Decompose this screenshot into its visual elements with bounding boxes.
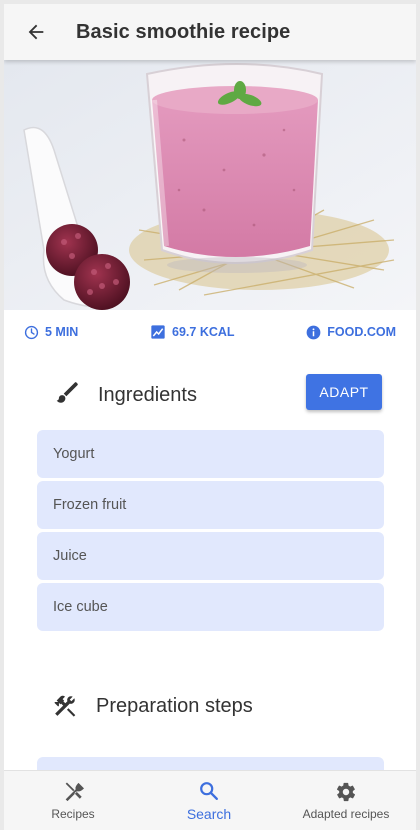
recipe-content: Ingredients ADAPT Yogurt Frozen fruit Ju… (4, 354, 416, 817)
calories-value: 69.7 KCAL (172, 325, 235, 339)
chart-icon (151, 325, 165, 339)
recipe-image (4, 60, 416, 310)
page-title: Basic smoothie recipe (76, 20, 291, 43)
clock-icon (24, 325, 39, 339)
arrow-left-icon (28, 24, 44, 40)
prep-time: 5 MIN (24, 325, 78, 340)
nav-search[interactable]: Search (142, 771, 276, 830)
nav-adapted-label: Adapted recipes (302, 806, 390, 821)
list-item[interactable]: Ice cube (37, 583, 384, 631)
nav-adapted-recipes[interactable]: Adapted recipes (276, 771, 416, 830)
preparation-header: Preparation steps (4, 677, 416, 757)
recipe-source[interactable]: FOOD.COM (306, 325, 396, 340)
app-bar: Basic smoothie recipe (4, 4, 416, 60)
source-value: FOOD.COM (327, 325, 396, 339)
app-frame: Basic smoothie recipe 5 MIN 69.7 KCAL FO… (4, 4, 416, 830)
info-icon (306, 325, 321, 339)
list-item[interactable]: Frozen fruit (37, 481, 384, 529)
ingredients-list: Yogurt Frozen fruit Juice Ice cube (37, 430, 384, 631)
prep-time-value: 5 MIN (45, 325, 79, 339)
calories: 69.7 KCAL (150, 324, 235, 340)
bottom-navigation: Recipes Search Adapted recipes (4, 770, 416, 830)
nav-recipes[interactable]: Recipes (4, 771, 142, 830)
ingredients-title: Ingredients (98, 384, 197, 406)
adapt-button[interactable]: ADAPT (306, 374, 382, 410)
nav-recipes-label: Recipes (51, 806, 95, 821)
ingredients-header: Ingredients ADAPT (4, 354, 416, 430)
nav-search-label: Search (186, 805, 232, 822)
list-item[interactable]: Juice (37, 532, 384, 580)
back-button[interactable] (4, 4, 68, 60)
fork-knife-icon (65, 781, 84, 801)
tools-icon (54, 695, 76, 717)
search-icon (200, 781, 218, 800)
brush-icon (56, 382, 78, 403)
list-item[interactable]: Yogurt (37, 430, 384, 478)
gear-icon (336, 782, 356, 801)
preparation-title: Preparation steps (96, 695, 253, 717)
recipe-info-row: 5 MIN 69.7 KCAL FOOD.COM (4, 310, 416, 354)
